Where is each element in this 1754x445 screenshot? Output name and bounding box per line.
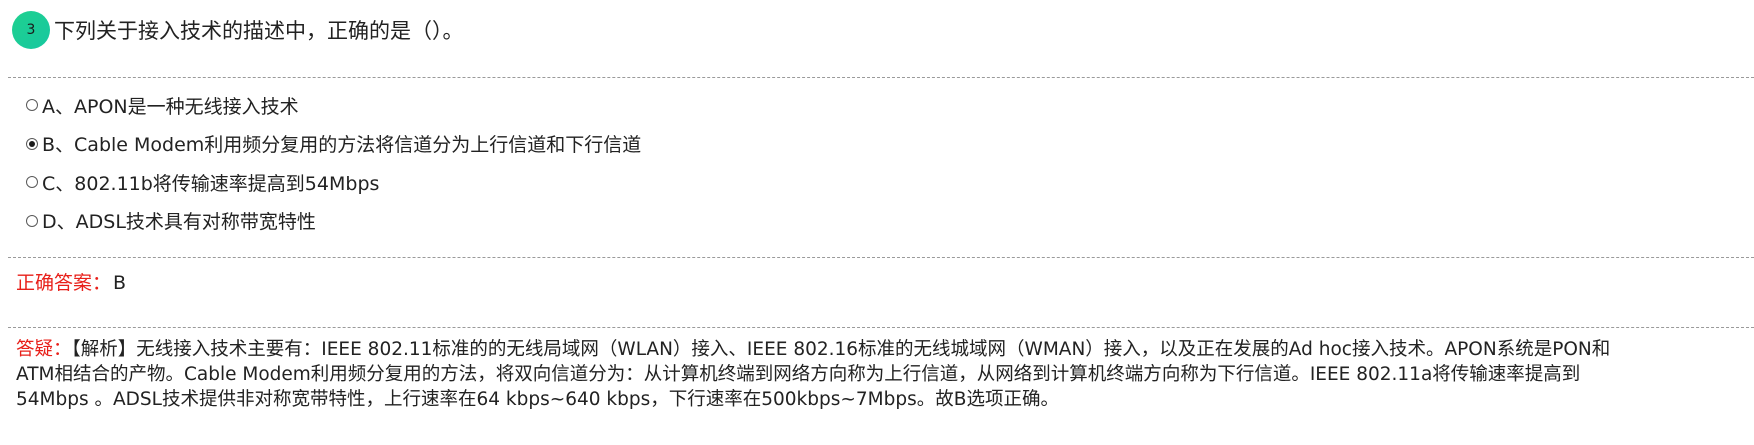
- question-header: 3 下列关于接入技术的描述中，正确的是（）。: [12, 10, 464, 50]
- correct-answer-value: B: [113, 272, 127, 294]
- question-number-badge: 3: [12, 11, 50, 49]
- correct-answer: 正确答案： B: [16, 268, 126, 295]
- explanation: 答疑：【解析】无线接入技术主要有：IEEE 802.11标准的的无线局域网（WL…: [16, 337, 1736, 412]
- divider-middle: [8, 257, 1754, 258]
- explanation-line-3: 54Mbps 。ADSL技术提供非对称宽带特性，上行速率在64 kbps~640…: [16, 389, 1059, 410]
- option-c[interactable]: C、802.11b将传输速率提高到54Mbps: [26, 163, 641, 202]
- radio-d[interactable]: [26, 214, 38, 227]
- option-b-label: B、Cable Modem利用频分复用的方法将信道分为上行信道和下行信道: [42, 134, 642, 157]
- divider-bottom: [8, 327, 1754, 328]
- divider-top: [8, 77, 1754, 78]
- option-b[interactable]: B、Cable Modem利用频分复用的方法将信道分为上行信道和下行信道: [26, 125, 641, 164]
- question-stem: 下列关于接入技术的描述中，正确的是（）。: [54, 19, 464, 43]
- option-d-label: D、ADSL技术具有对称带宽特性: [42, 211, 316, 234]
- option-a[interactable]: A、APON是一种无线接入技术: [26, 86, 641, 125]
- radio-a[interactable]: [26, 99, 38, 112]
- correct-answer-label: 正确答案：: [16, 272, 112, 294]
- explanation-label: 答疑：: [16, 339, 72, 360]
- radio-c[interactable]: [26, 176, 38, 189]
- explanation-line-2: ATM相结合的产物。Cable Modem利用频分复用的方法，将双向信道分为：从…: [16, 364, 1581, 385]
- options-list: A、APON是一种无线接入技术 B、Cable Modem利用频分复用的方法将信…: [26, 86, 641, 240]
- radio-b[interactable]: [26, 137, 38, 150]
- explanation-line-1: 答疑：【解析】无线接入技术主要有：IEEE 802.11标准的的无线局域网（WL…: [16, 337, 1736, 362]
- option-c-label: C、802.11b将传输速率提高到54Mbps: [42, 172, 380, 195]
- option-d[interactable]: D、ADSL技术具有对称带宽特性: [26, 202, 641, 241]
- explanation-text-1: 【解析】无线接入技术主要有：IEEE 802.11标准的的无线局域网（WLAN）…: [71, 339, 1611, 360]
- option-a-label: A、APON是一种无线接入技术: [42, 95, 299, 118]
